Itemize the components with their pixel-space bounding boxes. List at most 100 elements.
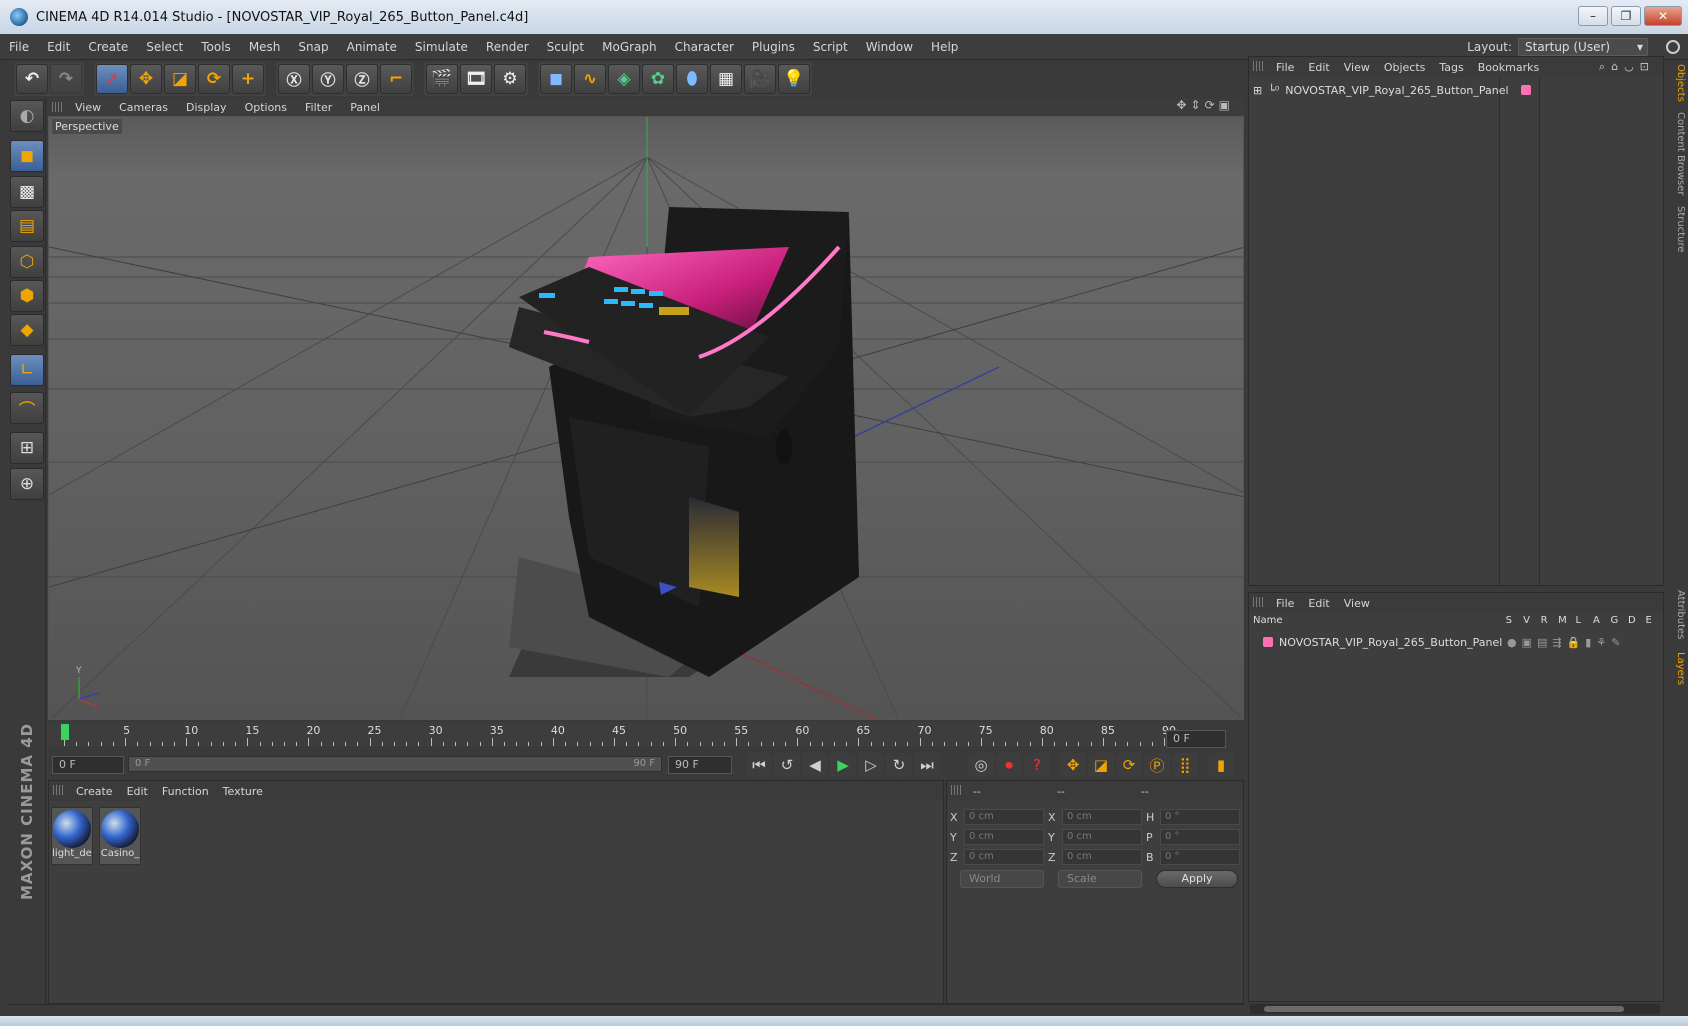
timeline-range-slider[interactable]: 0 F 90 F	[128, 756, 662, 772]
viewport-menu-options[interactable]: Options	[236, 101, 296, 114]
menu-tools[interactable]: Tools	[192, 40, 240, 54]
minimize-button[interactable]: –	[1578, 6, 1608, 26]
next-key-icon[interactable]: ↻	[886, 753, 912, 777]
layer-horizontal-scrollbar[interactable]	[1250, 1004, 1660, 1014]
key-pla-icon[interactable]: ⣿	[1172, 753, 1198, 777]
object-tree-row[interactable]: ⊞ └⁰ NOVOSTAR_VIP_Royal_265_Button_Panel	[1253, 81, 1531, 99]
layer-row[interactable]: NOVOSTAR_VIP_Royal_265_Button_Panel ●▣▤⇶…	[1263, 633, 1625, 651]
render-picture-viewer-icon[interactable]: 🎞	[460, 64, 492, 94]
menu-plugins[interactable]: Plugins	[743, 40, 804, 54]
current-frame-field[interactable]: 0 F	[1166, 730, 1226, 748]
light-icon[interactable]: 💡	[778, 64, 810, 94]
position-x-field[interactable]: 0 cm	[964, 809, 1044, 825]
expand-icon[interactable]: ⊞	[1253, 84, 1262, 97]
scale-mode-dropdown[interactable]: Scale	[1058, 870, 1142, 888]
viewport-menu-panel[interactable]: Panel	[341, 101, 389, 114]
rotation-b-field[interactable]: 0 °	[1160, 849, 1240, 865]
floor-icon[interactable]: ▦	[710, 64, 742, 94]
rotation-h-field[interactable]: 0 °	[1160, 809, 1240, 825]
side-tab-content-browser[interactable]: Content Browser	[1668, 112, 1686, 195]
timeline-ruler[interactable]: 051015202530354045505560657075808590	[48, 722, 1176, 746]
cube-primitive-icon[interactable]: ◼	[540, 64, 572, 94]
objects-menu-bookmarks[interactable]: Bookmarks	[1471, 61, 1546, 74]
side-tab-layers[interactable]: Layers	[1668, 652, 1686, 685]
size-z-field[interactable]: 0 cm	[1062, 849, 1142, 865]
key-scale-icon[interactable]: ◪	[1088, 753, 1114, 777]
key-position-icon[interactable]: ✥	[1060, 753, 1086, 777]
scrollbar-thumb[interactable]	[1264, 1006, 1624, 1012]
menu-window[interactable]: Window	[857, 40, 922, 54]
array-icon[interactable]: ✿	[642, 64, 674, 94]
search-icon[interactable]	[1666, 40, 1680, 54]
playhead-marker[interactable]	[61, 724, 69, 740]
z-axis-lock-icon[interactable]: Ⓩ	[346, 64, 378, 94]
menu-script[interactable]: Script	[804, 40, 857, 54]
timeline-layout-icon[interactable]: ▮	[1208, 753, 1234, 777]
material-menu-create[interactable]: Create	[69, 785, 120, 798]
redo-icon[interactable]: ↷	[50, 64, 82, 94]
camera-icon[interactable]: 🎥	[744, 64, 776, 94]
nurbs-icon[interactable]: ◈	[608, 64, 640, 94]
menu-file[interactable]: File	[0, 40, 38, 54]
axis-mode-icon[interactable]: ∟	[10, 354, 44, 386]
edges-mode-icon[interactable]: ⬢	[10, 280, 44, 312]
menu-snap[interactable]: Snap	[289, 40, 337, 54]
menu-edit[interactable]: Edit	[38, 40, 79, 54]
menu-select[interactable]: Select	[137, 40, 192, 54]
end-frame-field[interactable]: 90 F	[668, 756, 732, 774]
position-z-field[interactable]: 0 cm	[964, 849, 1044, 865]
layer-color-swatch[interactable]	[1263, 637, 1273, 647]
viewport-menu-cameras[interactable]: Cameras	[110, 101, 177, 114]
live-selection-icon[interactable]: ➚	[96, 64, 128, 94]
coordinate-space-dropdown[interactable]: World	[960, 870, 1044, 888]
tweak-mode-icon[interactable]: ⌒	[10, 392, 44, 424]
layers-menu-edit[interactable]: Edit	[1301, 597, 1336, 610]
polygons-mode-icon[interactable]: ◆	[10, 314, 44, 346]
viewport-menu-view[interactable]: View	[66, 101, 110, 114]
snap-icon[interactable]: ⊞	[10, 432, 44, 464]
objects-menu-file[interactable]: File	[1269, 61, 1301, 74]
y-axis-lock-icon[interactable]: Ⓨ	[312, 64, 344, 94]
deformer-icon[interactable]: ⬮	[676, 64, 708, 94]
menu-render[interactable]: Render	[477, 40, 538, 54]
perspective-viewport[interactable]: Y Perspective	[48, 116, 1244, 720]
start-frame-field[interactable]: 0 F	[52, 756, 124, 774]
workplane-lock-icon[interactable]: ⊕	[10, 468, 44, 500]
material-menu-edit[interactable]: Edit	[120, 785, 155, 798]
side-tab-structure[interactable]: Structure	[1668, 206, 1686, 253]
rotate-tool-icon[interactable]: ⟳	[198, 64, 230, 94]
recent-tools-icon[interactable]: +	[232, 64, 264, 94]
record-keys-icon[interactable]: ◎	[968, 753, 994, 777]
object-manager-toolbar-icons[interactable]: ⌕⌂◡⊡	[1599, 60, 1655, 74]
menu-mograph[interactable]: MoGraph	[593, 40, 666, 54]
prev-frame-icon[interactable]: ◀	[802, 753, 828, 777]
rotation-p-field[interactable]: 0 °	[1160, 829, 1240, 845]
play-icon[interactable]: ▶	[830, 753, 856, 777]
workplane-mode-icon[interactable]: ▤	[10, 210, 44, 242]
layers-menu-view[interactable]: View	[1337, 597, 1377, 610]
scale-tool-icon[interactable]: ◪	[164, 64, 196, 94]
material-thumbnail[interactable]: Casino_	[99, 807, 141, 865]
points-mode-icon[interactable]: ⬡	[10, 246, 44, 278]
size-y-field[interactable]: 0 cm	[1062, 829, 1142, 845]
material-menu-function[interactable]: Function	[155, 785, 216, 798]
autokey-icon[interactable]: ⏺	[996, 753, 1022, 777]
viewport-menu-display[interactable]: Display	[177, 101, 236, 114]
layers-menu-file[interactable]: File	[1269, 597, 1301, 610]
next-frame-icon[interactable]: ▷	[858, 753, 884, 777]
render-view-icon[interactable]: 🎬	[426, 64, 458, 94]
coordinate-system-icon[interactable]: ⌐	[380, 64, 412, 94]
move-tool-icon[interactable]: ✥	[130, 64, 162, 94]
render-settings-icon[interactable]: ⚙	[494, 64, 526, 94]
restore-button[interactable]: ❐	[1611, 6, 1641, 26]
goto-start-icon[interactable]: ⏮	[746, 753, 772, 777]
material-menu-texture[interactable]: Texture	[216, 785, 270, 798]
menu-create[interactable]: Create	[79, 40, 137, 54]
x-axis-lock-icon[interactable]: Ⓧ	[278, 64, 310, 94]
menu-mesh[interactable]: Mesh	[240, 40, 290, 54]
viewport-navigation-icons[interactable]: ✥⇕⟳▣	[1176, 98, 1234, 112]
make-editable-icon[interactable]: ◐	[10, 100, 44, 132]
prev-key-icon[interactable]: ↺	[774, 753, 800, 777]
close-button[interactable]: ✕	[1644, 6, 1682, 26]
objects-menu-objects[interactable]: Objects	[1377, 61, 1433, 74]
